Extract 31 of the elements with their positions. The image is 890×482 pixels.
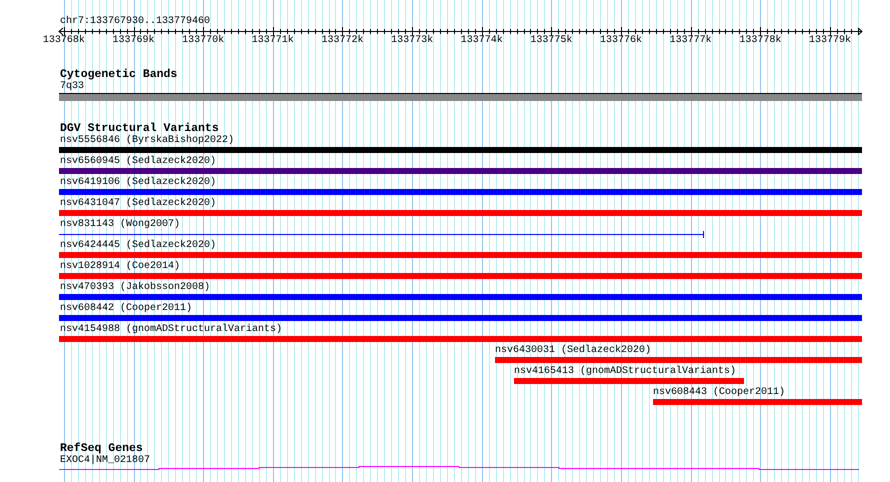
tick-label: 133772k [321, 35, 364, 46]
band-label: 7q33 [60, 81, 84, 92]
gene-label: EXOC4|NM_021807 [60, 455, 150, 466]
variant-label: nsv6431047 (Sedlazeck2020) [60, 198, 216, 209]
tick-label: 133775k [530, 35, 572, 46]
tick-label: 133776k [600, 35, 642, 46]
tick-label: 133770k [182, 35, 224, 46]
tick-label: 133779k [808, 35, 851, 46]
tick-label: 133769k [112, 35, 155, 46]
variant-label: nsv608442 (Cooper2011) [60, 303, 192, 314]
tick-label: 133778k [739, 35, 782, 46]
track-title: RefSeq Genes [60, 443, 143, 455]
variant-label: nsv831143 (Wong2007) [60, 219, 180, 230]
tick-label: 133768k [42, 35, 85, 46]
track-title: Cytogenetic Bands [60, 69, 178, 81]
variant-label: nsv6430031 (Sedlazeck2020) [495, 345, 652, 356]
variant-label: nsv5556846 (ByrskaBishop2022) [60, 135, 234, 146]
tick-label: 133771k [252, 35, 294, 46]
position-label: chr7:133767930..133779460 [60, 16, 210, 27]
variant-label: nsv6419106 (Sedlazeck2020) [60, 177, 216, 188]
tick-label: 133777k [670, 35, 712, 46]
tick-label: 133774k [460, 35, 503, 46]
variant-label: nsv470393 (Jakobsson2008) [60, 282, 210, 293]
variant-label: nsv608443 (Cooper2011) [653, 387, 786, 398]
variant-label: nsv6560945 (Sedlazeck2020) [60, 156, 216, 167]
variant-label: nsv4165413 (gnomADStructuralVariants) [514, 366, 736, 377]
variant-label: nsv4154988 (gnomADStructuralVariants) [60, 324, 282, 335]
variant-label: nsv1028914 (Coe2014) [60, 261, 180, 272]
tick-label: 133773k [391, 35, 434, 46]
track-title: DGV Structural Variants [60, 123, 219, 135]
variant-label: nsv6424445 (Sedlazeck2020) [60, 240, 216, 251]
